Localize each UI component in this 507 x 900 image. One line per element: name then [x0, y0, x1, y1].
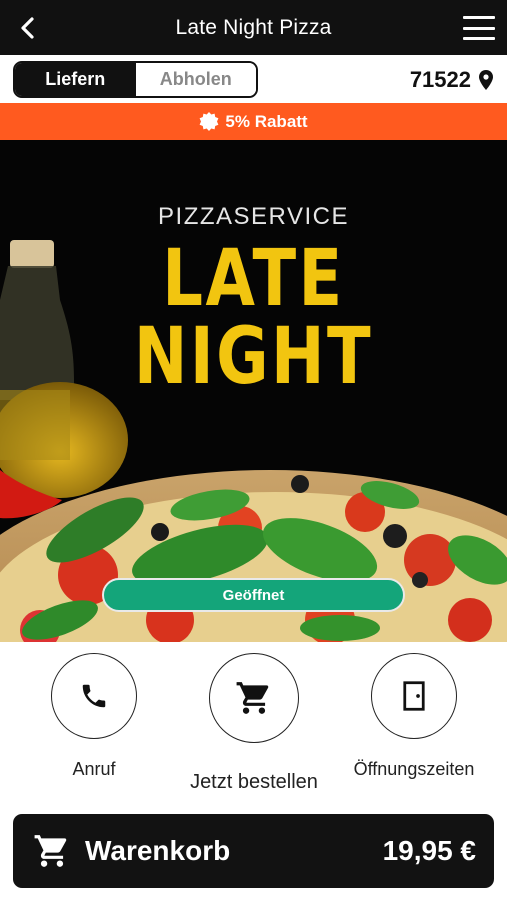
top-bar: Late Night Pizza	[0, 0, 507, 55]
badge-icon	[200, 111, 219, 131]
brand-title-line1: LATE	[162, 234, 345, 324]
shopping-cart-icon	[236, 682, 269, 714]
shopping-cart-icon	[34, 835, 67, 867]
call-action-label: Anruf	[72, 759, 116, 779]
menu-button[interactable]	[461, 11, 497, 45]
delivery-mode-toggle: Liefern Abholen	[13, 61, 258, 98]
page-title: Late Night Pizza	[175, 16, 332, 39]
cart-button[interactable]: Warenkorb 19,95 €	[13, 814, 494, 888]
zip-code: 71522	[409, 66, 471, 92]
call-action-circle	[51, 653, 137, 739]
phone-icon	[82, 684, 106, 708]
location-pin-icon	[479, 69, 493, 90]
zip-code-selector[interactable]: 71522	[410, 61, 493, 98]
chevron-left-icon	[21, 17, 34, 39]
open-status-button[interactable]: Geöffnet	[102, 578, 405, 612]
mode-option-pickup[interactable]: Abholen	[135, 63, 256, 96]
order-now-action[interactable]: Jetzt bestellen	[190, 653, 318, 794]
hours-action-circle	[371, 653, 457, 739]
order-mode-row: Liefern Abholen 71522	[0, 55, 507, 103]
order-action-circle	[209, 653, 299, 743]
opening-hours-action[interactable]: Öffnungszeiten	[353, 653, 475, 780]
cart-label: Warenkorb	[85, 835, 231, 866]
mode-option-deliver[interactable]: Liefern	[15, 63, 136, 96]
hero-image: PIZZASERVICE LATE NIGHT Geöffnet	[0, 140, 507, 642]
discount-label: 5% Rabatt	[225, 111, 308, 131]
quick-actions: Anruf Jetzt bestellen Öffnungszeiten	[0, 642, 507, 802]
call-action[interactable]: Anruf	[50, 653, 138, 780]
hamburger-menu-icon	[463, 16, 495, 19]
app-screen: Late Night Pizza Liefern Abholen 71522 5…	[0, 0, 507, 900]
hours-action-label: Öffnungszeiten	[353, 759, 475, 779]
discount-banner: 5% Rabatt	[0, 103, 507, 140]
cart-total: 19,95 €	[382, 835, 476, 866]
back-button[interactable]	[10, 10, 46, 46]
brand-title-line2: NIGHT	[133, 312, 374, 402]
order-action-label: Jetzt bestellen	[190, 771, 318, 793]
door-icon	[403, 681, 425, 711]
brand-subtitle: PIZZASERVICE	[158, 203, 349, 230]
